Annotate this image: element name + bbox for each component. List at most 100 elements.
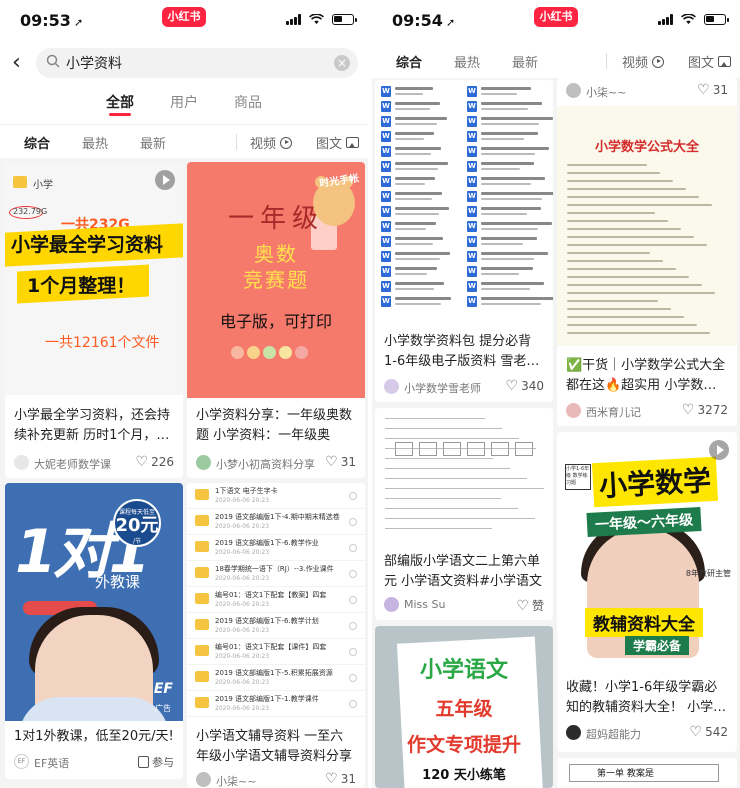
like-button[interactable]: ♡ 31 bbox=[325, 772, 356, 786]
word-doc-icon: W bbox=[467, 191, 477, 202]
note-card[interactable]: 时光手帐 一年级 奥数 竞赛题 电子版，可打印 小学资料分享：一年级奥数题 小学… bbox=[187, 162, 365, 478]
sort-newest[interactable]: 最新 bbox=[512, 52, 538, 71]
more-icon bbox=[349, 596, 357, 604]
filter-video[interactable]: 视频 bbox=[622, 52, 665, 71]
participate-button[interactable]: 参与 bbox=[138, 754, 174, 770]
note-title: ✅干货｜小学数学公式大全都在这🔥超实用 小学数… bbox=[566, 358, 726, 393]
note-cover: 小学 232.79G 一共232G 小学最全学习资料 1个月整理！ 一共1216… bbox=[5, 162, 183, 395]
list-item: WW bbox=[375, 84, 553, 99]
poster-title: 小学数学公式大全 bbox=[594, 140, 699, 155]
file-name: 2019 语文部编版1下-6.教学计划 bbox=[215, 617, 319, 625]
avatar bbox=[14, 455, 29, 470]
word-doc-icon: W bbox=[467, 266, 477, 277]
system-icons bbox=[286, 14, 357, 25]
file-date: 2020-06-06 20:23 bbox=[215, 497, 270, 504]
author-name: 小梦小初高资料分享 bbox=[216, 458, 315, 471]
back-arrow-icon[interactable]: ‹ bbox=[12, 52, 21, 74]
sort-hottest[interactable]: 最热 bbox=[82, 133, 108, 152]
like-button[interactable]: ♡ 542 bbox=[690, 725, 728, 739]
note-card[interactable]: WWWWWWWWWWWWWWWWWWWWWWWWWWWWWW 小学数学资料包 提… bbox=[375, 80, 553, 402]
folder-icon bbox=[195, 541, 209, 552]
ad-card[interactable]: 1对1 课程每天低至 20元 /节 外教课 EF 广告 1对1外教课，低至20元… bbox=[5, 483, 183, 779]
color-dots bbox=[231, 346, 308, 359]
sort-newest[interactable]: 最新 bbox=[140, 133, 166, 152]
word-doc-icon: W bbox=[381, 86, 391, 97]
filter-image-text[interactable]: 图文 bbox=[688, 52, 732, 71]
filter-video[interactable]: 视频 bbox=[250, 133, 293, 152]
like-button[interactable]: ♡ 赞 bbox=[516, 597, 544, 614]
tab-users[interactable]: 用户 bbox=[170, 84, 198, 124]
avatar bbox=[566, 403, 581, 418]
heart-icon: ♡ bbox=[505, 378, 519, 394]
like-button[interactable]: ♡ 226 bbox=[136, 455, 174, 469]
app-logo: 小红书 bbox=[534, 7, 578, 27]
note-cover: 1下语文 电子生字卡 2020-06-06 20:23 2019 语文部编版1下-4… bbox=[187, 483, 365, 719]
list-item: WW bbox=[375, 144, 553, 159]
cover-headline: 1个月整理！ bbox=[27, 275, 136, 297]
word-doc-icon: W bbox=[467, 296, 477, 307]
like-button[interactable]: ♡ 31 bbox=[325, 455, 356, 469]
sort-comprehensive[interactable]: 综合 bbox=[396, 52, 422, 71]
list-item: WW bbox=[375, 159, 553, 174]
note-card[interactable]: 小学语文 五年级 作文专项提升 120 天小练笔 bbox=[375, 626, 553, 788]
avatar bbox=[196, 455, 211, 470]
sort-hottest[interactable]: 最热 bbox=[454, 52, 480, 71]
battery-icon bbox=[704, 14, 729, 25]
note-card[interactable]: 1下语文 电子生字卡 2020-06-06 20:23 2019 语文部编版1下-4… bbox=[187, 483, 365, 788]
list-item: WW bbox=[375, 114, 553, 129]
note-title: 小学语文辅导资料 一至六年级小学语文辅导资料分享 bbox=[196, 729, 353, 764]
search-input[interactable]: 小学资料 × bbox=[36, 48, 358, 78]
tab-products[interactable]: 商品 bbox=[234, 84, 262, 124]
note-title: 小学最全学习资料，还会持续补充更新 历时1个月，… bbox=[14, 408, 171, 443]
avatar: EF bbox=[14, 754, 29, 769]
form-icon bbox=[138, 756, 149, 768]
note-cover: 第一单 教案是 bbox=[557, 758, 737, 788]
word-doc-icon: W bbox=[381, 206, 391, 217]
word-doc-icon: W bbox=[467, 176, 477, 187]
cover-text: 外教课 bbox=[95, 573, 141, 591]
list-item: WW bbox=[375, 129, 553, 144]
image-icon bbox=[346, 137, 360, 148]
phone-left: 09:53 ➚ 小红书 ‹ 小学资料 × 全部 用户 商品 综合 最热 最新 视… bbox=[0, 0, 368, 788]
battery-icon bbox=[332, 14, 357, 25]
folder-icon bbox=[195, 567, 209, 578]
signal-icon bbox=[286, 14, 301, 25]
video-play-icon bbox=[155, 170, 175, 190]
more-icon bbox=[349, 700, 357, 708]
list-item: 2019 语文部编版1下-6.教学计划 2020-06-06 20:23 bbox=[187, 613, 365, 639]
note-meta: 超妈超能力 ♡ 542 bbox=[566, 724, 728, 742]
folder-icon bbox=[195, 645, 209, 656]
filter-image-text[interactable]: 图文 bbox=[316, 133, 360, 152]
like-button[interactable]: ♡ 340 bbox=[506, 379, 544, 393]
note-card[interactable]: 小柒~~ ♡ 31 小学数学公式大全 ✅干货｜小学数学公式大全都在这🔥超实用 小学… bbox=[557, 78, 737, 426]
search-row: ‹ 小学资料 × bbox=[0, 44, 368, 84]
note-meta: 小学数学雪老师 ♡ 340 bbox=[384, 378, 544, 396]
note-card[interactable]: 小学1-6年级 数学练习题 小学数学 一年级～六年级 8年教研主管 教辅资料大全… bbox=[557, 432, 737, 752]
word-doc-icon: W bbox=[381, 146, 391, 157]
word-doc-icon: W bbox=[381, 101, 391, 112]
author-name: 小学数学雪老师 bbox=[404, 382, 481, 395]
video-play-icon bbox=[709, 440, 729, 460]
clear-icon[interactable]: × bbox=[334, 55, 350, 71]
word-doc-icon: W bbox=[467, 146, 477, 157]
note-title: 部编版小学语文二上第六单元 小学语文资料#小学语文 bbox=[384, 554, 543, 589]
note-card[interactable]: 小学 232.79G 一共232G 小学最全学习资料 1个月整理！ 一共1216… bbox=[5, 162, 183, 478]
phone-right: 09:54 ➚ 小红书 综合 最热 最新 视频 图文 WWWWWWWWWWWWWW… bbox=[372, 0, 740, 788]
note-title: 小学数学资料包 提分必背 1-6年级电子版资料 雪老… bbox=[384, 334, 540, 369]
status-time: 09:53 ➚ bbox=[20, 11, 84, 30]
cover-headline: 小学数学 bbox=[591, 456, 719, 508]
cover-text: 8年教研主管 bbox=[685, 569, 731, 578]
list-item: 1下语文 电子生字卡 2020-06-06 20:23 bbox=[187, 483, 365, 509]
divider bbox=[606, 53, 607, 69]
list-item: 1下语文学案 两套2020-06-06 20:23 bbox=[187, 717, 365, 719]
sort-comprehensive[interactable]: 综合 bbox=[24, 133, 50, 152]
note-card[interactable]: 第一单 教案是 bbox=[557, 758, 737, 788]
like-button[interactable]: ♡ 31 bbox=[697, 83, 728, 97]
like-button[interactable]: ♡ 3272 bbox=[682, 403, 728, 417]
more-icon bbox=[349, 570, 357, 578]
note-card[interactable]: 部编版小学语文二上第六单元 小学语文资料#小学语文 Miss Su ♡ 赞 bbox=[375, 408, 553, 620]
cover-text: 学霸必备 bbox=[625, 636, 690, 655]
tab-all[interactable]: 全部 bbox=[106, 84, 134, 124]
sort-bar: 综合 最热 最新 视频 图文 bbox=[372, 44, 740, 78]
word-doc-icon: W bbox=[381, 281, 391, 292]
